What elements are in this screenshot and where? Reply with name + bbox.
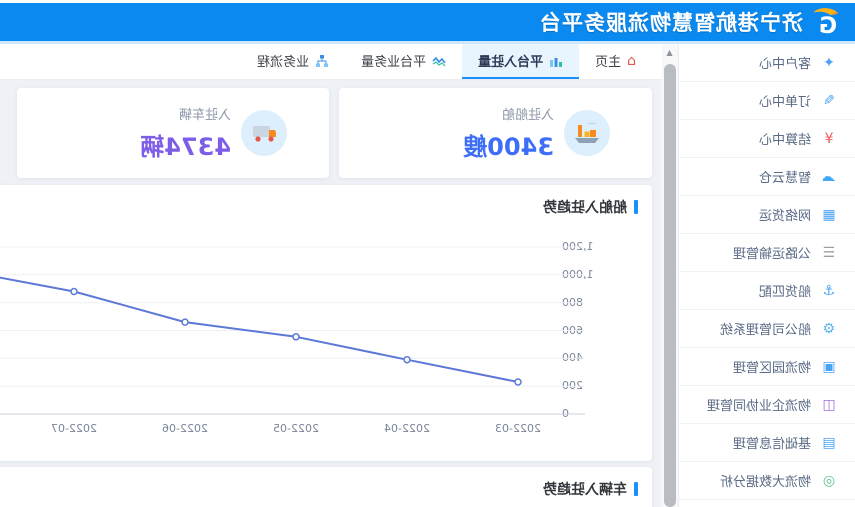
mirrored-screen: G 济宁港航智慧物流服务平台 ✦ 客户中心 ✎ 订单中心 ¥ 结算中心 ☁ 智慧云仓 ▦… xyxy=(0,0,855,507)
flow-icon xyxy=(316,54,329,67)
order-icon: ✎ xyxy=(823,92,835,109)
stat-card-vehicles: 入驻车辆 4374辆 xyxy=(17,88,329,178)
tab-label: 业务流程 xyxy=(257,55,310,70)
bar-chart-icon xyxy=(550,57,563,67)
tab-platform-entry-volume[interactable]: 平台入驻量 xyxy=(462,44,580,79)
ship-icon xyxy=(564,110,610,156)
stat-label: 入驻车辆 xyxy=(178,108,231,123)
tab-bar: ⌂ 主页 平台入驻量 平台业务量 业务流程 xyxy=(0,44,662,80)
ship-trend-panel: 船舶入驻趋势 02004006008001,0001,200 2022-0320… xyxy=(0,185,652,461)
sidebar-item-road-transport[interactable]: ☰ 公路运输管理 xyxy=(679,234,855,272)
road-transport-icon: ☰ xyxy=(822,244,836,261)
stat-label: 入驻船舶 xyxy=(501,108,554,123)
trend-line-chart xyxy=(0,246,585,415)
app-title: 济宁港航智慧物流服务平台 xyxy=(539,11,803,35)
home-icon: ⌂ xyxy=(627,52,636,69)
sidebar-scrollbar[interactable]: ▲ xyxy=(661,44,679,507)
sidebar: ✦ 客户中心 ✎ 订单中心 ¥ 结算中心 ☁ 智慧云仓 ▦ 网络货运 ☰ 公路运输管理 ⚓ 船… xyxy=(679,44,855,507)
network-freight-icon: ▦ xyxy=(822,206,836,223)
sidebar-item-logistics-park-mgmt[interactable]: ▣ 物流园区管理 xyxy=(679,348,855,386)
tab-label: 平台业务量 xyxy=(361,55,427,70)
sidebar-item-label: 网络货运 xyxy=(758,209,811,224)
stat-card-ships: 入驻船舶 3400艘 xyxy=(339,88,652,178)
sidebar-item-ship-cargo-match[interactable]: ⚓ 船货匹配 xyxy=(679,272,855,310)
gear-icon: ⚙ xyxy=(822,320,836,337)
analytics-icon: ◎ xyxy=(822,472,836,489)
tab-label: 平台入驻量 xyxy=(478,55,544,70)
settlement-icon: ¥ xyxy=(824,130,834,147)
sidebar-item-network-freight[interactable]: ▦ 网络货运 xyxy=(679,196,855,234)
stat-value: 3400艘 xyxy=(463,133,554,161)
sidebar-item-label: 物流企业协同管理 xyxy=(706,399,811,414)
stat-value: 4374辆 xyxy=(140,133,231,161)
sidebar-item-order-center[interactable]: ✎ 订单中心 xyxy=(679,82,855,120)
sidebar-item-label: 订单中心 xyxy=(758,95,811,110)
customer-icon: ✦ xyxy=(823,54,835,71)
sidebar-item-label: 结算中心 xyxy=(758,133,811,148)
line-chart-icon xyxy=(432,56,446,66)
sidebar-item-label: 公路运输管理 xyxy=(732,247,811,262)
tab-home[interactable]: ⌂ 主页 xyxy=(579,44,652,79)
sidebar-item-label: 智慧云仓 xyxy=(758,171,811,186)
sidebar-item-big-data-analysis[interactable]: ◎ 物流大数据分析 xyxy=(679,462,855,500)
sidebar-item-label: 物流大数据分析 xyxy=(719,475,811,490)
tab-label: 主页 xyxy=(595,55,622,70)
ship-cargo-icon: ⚓ xyxy=(822,282,836,299)
sidebar-item-label: 物流园区管理 xyxy=(732,361,811,376)
info-icon: ▤ xyxy=(822,434,836,451)
vehicle-trend-panel: 车辆入驻趋势 xyxy=(0,467,652,507)
sidebar-item-label: 基础信息管理 xyxy=(732,437,811,452)
collab-icon: ◫ xyxy=(822,396,836,413)
panel-title: 船舶入驻趋势 xyxy=(0,185,652,217)
logo-letter: G xyxy=(819,13,837,39)
sidebar-item-label: 客户中心 xyxy=(758,57,811,72)
sidebar-item-customer-center[interactable]: ✦ 客户中心 xyxy=(679,44,855,82)
ship-trend-title: 船舶入驻趋势 xyxy=(543,200,627,216)
cloud-warehouse-icon: ☁ xyxy=(822,168,836,185)
sidebar-item-label: 船货匹配 xyxy=(758,285,811,300)
sidebar-item-settlement-center[interactable]: ¥ 结算中心 xyxy=(679,120,855,158)
sidebar-item-shipping-company-mgmt[interactable]: ⚙ 船公司管理系统 xyxy=(679,310,855,348)
tab-business-process[interactable]: 业务流程 xyxy=(241,44,345,79)
app-header: G 济宁港航智慧物流服务平台 xyxy=(0,3,855,41)
sidebar-item-smart-cloud-warehouse[interactable]: ☁ 智慧云仓 xyxy=(679,158,855,196)
sidebar-item-enterprise-collab-mgmt[interactable]: ◫ 物流企业协同管理 xyxy=(679,386,855,424)
vehicle-trend-title: 车辆入驻趋势 xyxy=(543,482,627,498)
truck-icon xyxy=(241,110,287,156)
title-accent-bar xyxy=(634,200,638,214)
sidebar-item-basic-info-mgmt[interactable]: ▤ 基础信息管理 xyxy=(679,424,855,462)
title-accent-bar xyxy=(634,482,638,496)
park-icon: ▣ xyxy=(822,358,836,375)
scroll-up-icon[interactable]: ▲ xyxy=(661,44,678,61)
sidebar-item-label: 船公司管理系统 xyxy=(719,323,811,338)
app-logo-icon: G xyxy=(813,8,839,39)
tab-platform-business-volume[interactable]: 平台业务量 xyxy=(345,44,462,79)
panel-title: 车辆入驻趋势 xyxy=(0,467,652,499)
scrollbar-thumb[interactable] xyxy=(664,64,676,507)
